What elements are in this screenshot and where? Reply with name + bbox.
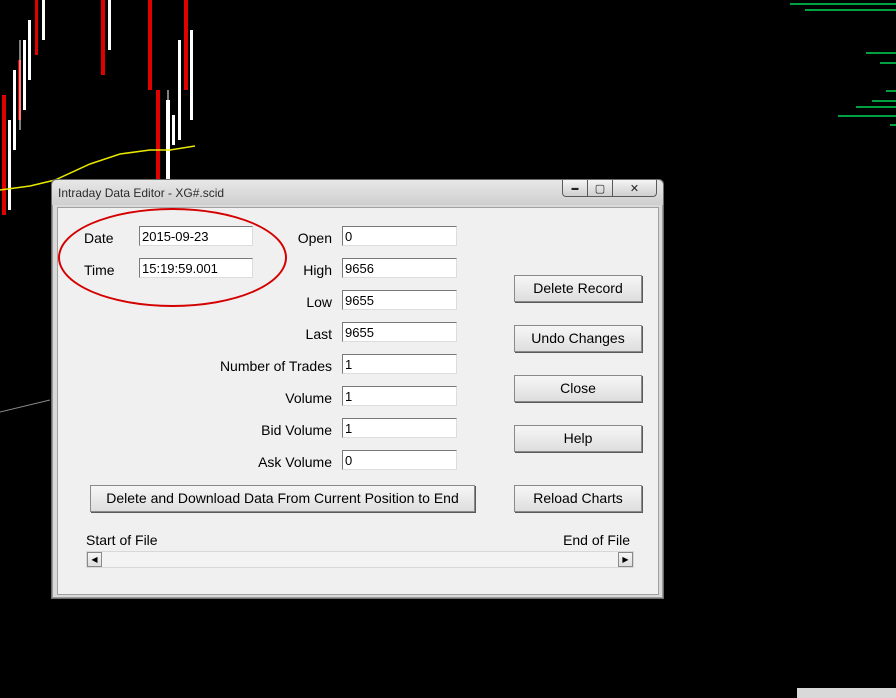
open-field[interactable]: 0 — [342, 226, 457, 246]
low-label: Low — [306, 294, 332, 310]
number-of-trades-field[interactable]: 1 — [342, 354, 457, 374]
close-icon: ✕ — [629, 182, 640, 195]
profile-bar — [886, 90, 896, 92]
reload-charts-button[interactable]: Reload Charts — [514, 485, 642, 512]
candle — [172, 115, 175, 145]
candle — [178, 40, 181, 140]
profile-bar — [872, 100, 896, 102]
time-label: Time — [84, 262, 115, 278]
candle — [13, 70, 16, 150]
open-label: Open — [297, 230, 332, 246]
candle — [35, 0, 38, 55]
candle — [28, 20, 31, 80]
undo-changes-button[interactable]: Undo Changes — [514, 325, 642, 352]
candle — [108, 0, 111, 50]
time-field[interactable]: 15:19:59.001 — [139, 258, 253, 278]
minimize-button[interactable]: ▬ — [562, 180, 588, 197]
volume-field[interactable]: 1 — [342, 386, 457, 406]
intraday-data-editor-dialog: Intraday Data Editor - XG#.scid ▬ ▢ ✕ Da… — [51, 179, 664, 599]
title-bar[interactable]: Intraday Data Editor - XG#.scid ▬ ▢ ✕ — [52, 180, 663, 205]
profile-bar — [856, 106, 896, 108]
dialog-body: Date 2015-09-23 Time 15:19:59.001 Open 0… — [57, 207, 659, 595]
candle — [101, 0, 105, 75]
bid-volume-label: Bid Volume — [261, 422, 332, 438]
scroll-left-button[interactable]: ◀ — [87, 552, 102, 567]
volume-profile — [790, 3, 896, 126]
date-field[interactable]: 2015-09-23 — [139, 226, 253, 246]
candle — [190, 30, 193, 120]
candle — [156, 90, 160, 185]
close-window-button[interactable]: ✕ — [613, 180, 657, 197]
low-field[interactable]: 9655 — [342, 290, 457, 310]
ask-volume-field[interactable]: 0 — [342, 450, 457, 470]
corner-panel — [797, 688, 896, 698]
candle — [148, 0, 152, 90]
profile-bar — [805, 9, 896, 11]
profile-bar — [890, 124, 896, 126]
candle — [42, 0, 45, 40]
arrow-left-icon: ◀ — [91, 555, 98, 564]
bid-volume-field[interactable]: 1 — [342, 418, 457, 438]
help-button[interactable]: Help — [514, 425, 642, 452]
maximize-button[interactable]: ▢ — [588, 180, 613, 197]
number-of-trades-label: Number of Trades — [219, 358, 332, 374]
candle — [184, 0, 188, 90]
profile-bar — [880, 62, 896, 64]
ask-volume-label: Ask Volume — [258, 454, 332, 470]
last-label: Last — [305, 326, 332, 342]
volume-label: Volume — [285, 390, 332, 406]
candle — [23, 40, 26, 110]
arrow-right-icon: ▶ — [622, 555, 629, 564]
profile-bar — [838, 115, 896, 117]
window-controls: ▬ ▢ ✕ — [562, 180, 657, 198]
close-button[interactable]: Close — [514, 375, 642, 402]
delete-record-button[interactable]: Delete Record — [514, 275, 642, 302]
candle — [2, 95, 6, 215]
candle — [8, 120, 11, 210]
start-of-file-label: Start of File — [86, 532, 158, 548]
high-field[interactable]: 9656 — [342, 258, 457, 278]
date-label: Date — [84, 230, 114, 246]
minimize-icon: ▬ — [571, 184, 579, 192]
window-title: Intraday Data Editor - XG#.scid — [58, 186, 225, 200]
trend-line — [0, 399, 51, 413]
last-field[interactable]: 9655 — [342, 322, 457, 342]
profile-bar — [866, 52, 896, 54]
maximize-icon: ▢ — [594, 182, 606, 195]
file-position-scrollbar[interactable]: ◀ ▶ — [86, 551, 634, 568]
scroll-right-button[interactable]: ▶ — [618, 552, 633, 567]
end-of-file-label: End of File — [563, 532, 630, 548]
delete-and-download-button[interactable]: Delete and Download Data From Current Po… — [90, 485, 475, 512]
profile-bar — [790, 3, 896, 5]
high-label: High — [303, 262, 332, 278]
